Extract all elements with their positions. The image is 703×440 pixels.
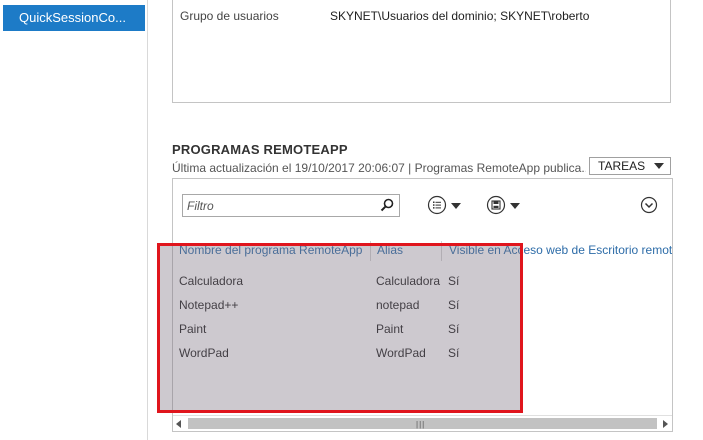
table-row[interactable]: Paint Paint Sí — [173, 319, 672, 339]
filter-input[interactable] — [187, 197, 377, 214]
chevron-down-icon — [451, 203, 461, 209]
table-header: Nombre del programa RemoteApp Alias Visi… — [173, 241, 672, 261]
program-visible: Sí — [448, 274, 460, 288]
list-view-icon — [427, 195, 447, 215]
program-alias: WordPad — [376, 346, 426, 360]
program-name: Paint — [179, 322, 207, 336]
expand-button[interactable] — [640, 196, 658, 214]
program-visible: Sí — [448, 322, 460, 336]
filter-box[interactable] — [182, 194, 400, 217]
remoteapp-list: Nombre del programa RemoteApp Alias Visi… — [172, 178, 673, 432]
save-icon — [486, 195, 506, 215]
program-name: Notepad++ — [179, 298, 239, 312]
search-icon[interactable] — [380, 198, 394, 212]
section-subtitle: Última actualización el 19/10/2017 20:06… — [172, 161, 586, 175]
chevron-down-icon — [510, 203, 520, 209]
program-name: WordPad — [179, 346, 229, 360]
scroll-right-arrow-icon[interactable] — [663, 420, 668, 428]
table-row[interactable]: Notepad++ notepad Sí — [173, 295, 672, 315]
section-title: PROGRAMAS REMOTEAPP — [172, 142, 348, 157]
chevron-down-icon — [654, 163, 664, 169]
column-header-visible[interactable]: Visible en Acceso web de Escritorio remo… — [449, 241, 672, 261]
user-group-label: Grupo de usuarios — [180, 9, 279, 23]
nav-item-quicksession[interactable]: QuickSessionCo... — [3, 5, 145, 31]
column-header-name[interactable]: Nombre del programa RemoteApp — [179, 241, 362, 261]
column-divider[interactable] — [441, 241, 442, 261]
program-alias: notepad — [376, 298, 420, 312]
table-row[interactable]: WordPad WordPad Sí — [173, 343, 672, 363]
left-navigation: QuickSessionCo... — [0, 0, 148, 440]
view-options-button[interactable] — [427, 195, 465, 217]
program-visible: Sí — [448, 346, 460, 360]
horizontal-scrollbar[interactable]: ||| — [173, 415, 672, 431]
table-row[interactable]: Calculadora Calculadora Sí — [173, 271, 672, 291]
expand-icon — [640, 196, 658, 214]
program-alias: Calculadora — [376, 274, 441, 288]
program-visible: Sí — [448, 298, 460, 312]
scrollbar-grip-icon: ||| — [416, 420, 426, 429]
save-query-button[interactable] — [486, 195, 524, 217]
program-alias: Paint — [376, 322, 404, 336]
column-divider[interactable] — [370, 241, 371, 261]
tasks-dropdown-button[interactable]: TAREAS — [589, 157, 671, 175]
column-header-alias[interactable]: Alias — [377, 241, 403, 261]
tasks-label: TAREAS — [598, 159, 646, 173]
properties-panel: Grupo de usuarios SKYNET\Usuarios del do… — [172, 0, 671, 103]
user-group-value: SKYNET\Usuarios del dominio; SKYNET\robe… — [330, 9, 590, 23]
list-toolbar — [173, 179, 672, 233]
scroll-left-arrow-icon[interactable] — [176, 420, 181, 428]
program-name: Calculadora — [179, 274, 244, 288]
